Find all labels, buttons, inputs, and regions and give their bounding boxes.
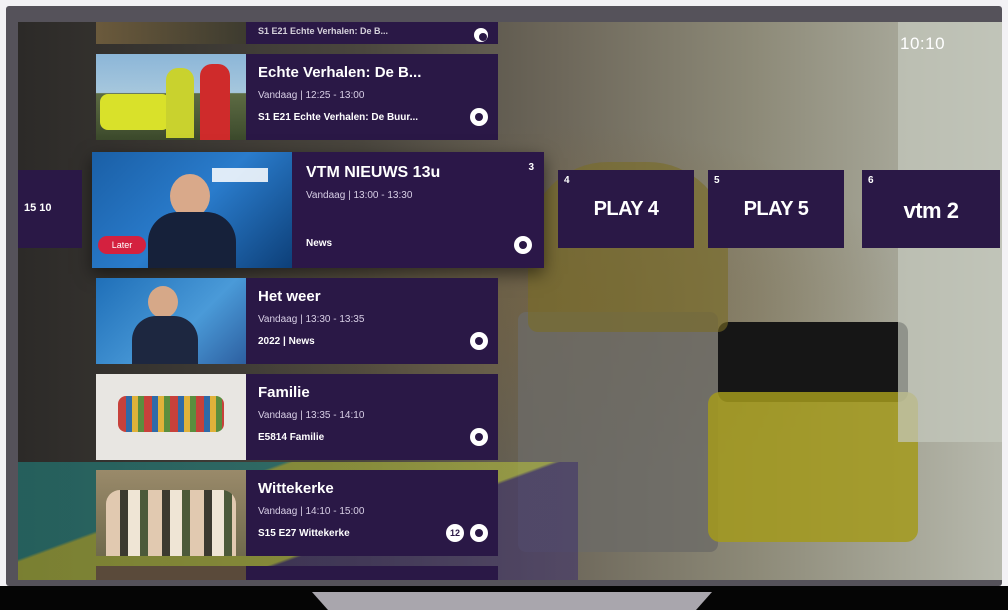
program-episode: S15 E27 Wittekerke xyxy=(258,528,350,539)
program-thumbnail xyxy=(96,22,246,44)
anchor-body xyxy=(148,212,236,268)
replay-icon[interactable] xyxy=(514,236,532,254)
program-title: Echte Verhalen: De B... xyxy=(258,64,422,81)
program-thumbnail xyxy=(96,374,246,460)
program-episode: S1 E21 Echte Verhalen: De B... xyxy=(258,26,389,36)
presenter-body xyxy=(132,316,198,364)
person-shape xyxy=(200,64,230,140)
program-time: Vandaag | 13:00 - 13:30 xyxy=(306,190,413,201)
program-thumbnail xyxy=(96,470,246,556)
program-thumbnail xyxy=(96,566,246,580)
program-time: Vandaag | 12:25 - 13:00 xyxy=(258,90,365,101)
replay-icon[interactable] xyxy=(470,428,488,446)
program-episode: E5814 Familie xyxy=(258,432,325,443)
replay-icon[interactable] xyxy=(470,332,488,350)
program-title: Wittekerke xyxy=(258,480,334,497)
replay-icon[interactable] xyxy=(470,108,488,126)
program-card-het-weer[interactable]: Het weer Vandaag | 13:30 - 13:35 2022 | … xyxy=(96,278,498,364)
presenter-head xyxy=(148,286,178,318)
program-title: VTM NIEUWS 13u xyxy=(306,164,441,181)
replay-icon xyxy=(474,28,488,42)
channel-tile-play4[interactable]: 4 PLAY 4 xyxy=(558,170,694,248)
program-episode: S1 E21 Echte Verhalen: De Buur... xyxy=(258,112,419,123)
program-card-echte-verhalen[interactable]: Echte Verhalen: De B... Vandaag | 12:25 … xyxy=(96,54,498,140)
person-shape xyxy=(166,68,194,138)
channel-tile-vtm2[interactable]: 6 vtm 2 xyxy=(862,170,1000,248)
channel-logo: PLAY 4 xyxy=(593,198,659,220)
family-group-shape xyxy=(118,396,224,432)
program-title: Familie xyxy=(258,384,310,401)
replay-icon[interactable] xyxy=(470,524,488,542)
program-card-wittekerke[interactable]: Wittekerke Vandaag | 14:10 - 15:00 S15 E… xyxy=(96,470,498,556)
channel-number: 5 xyxy=(714,175,720,186)
background-pot-base xyxy=(708,392,918,542)
program-card-next[interactable] xyxy=(96,566,498,580)
program-card-prev[interactable]: S1 E21 Echte Verhalen: De B... xyxy=(96,22,498,44)
program-genre: News xyxy=(306,238,333,249)
channel-logo: 15 10 xyxy=(24,202,52,214)
channel-number: 4 xyxy=(564,175,570,186)
cast-group-shape xyxy=(106,490,236,556)
vtm-logo-shape xyxy=(212,168,268,182)
channel-tile-left[interactable]: 15 10 xyxy=(18,170,82,248)
later-badge: Later xyxy=(98,236,146,254)
program-thumbnail xyxy=(96,278,246,364)
program-time: Vandaag | 13:30 - 13:35 xyxy=(258,314,365,325)
program-thumbnail xyxy=(96,54,246,140)
tv-stand xyxy=(312,592,712,610)
program-card-vtm-nieuws-focused[interactable]: Later 3 VTM NIEUWS 13u Vandaag | 13:00 -… xyxy=(92,152,544,268)
background-pot xyxy=(718,322,908,402)
program-time: Vandaag | 13:35 - 14:10 xyxy=(258,410,365,421)
clock: 10:10 xyxy=(900,34,946,53)
channel-logo: PLAY 5 xyxy=(743,198,809,220)
channel-tile-play5[interactable]: 5 PLAY 5 xyxy=(708,170,844,248)
channel-number: 6 xyxy=(868,175,874,186)
program-title: Het weer xyxy=(258,288,321,305)
age-rating-icon: 12 xyxy=(446,524,464,542)
channel-logo: vtm 2 xyxy=(903,198,959,223)
program-card-familie[interactable]: Familie Vandaag | 13:35 - 14:10 E5814 Fa… xyxy=(96,374,498,460)
program-time: Vandaag | 14:10 - 15:00 xyxy=(258,506,365,517)
vehicle-shape xyxy=(100,94,170,130)
program-thumbnail: Later xyxy=(92,152,292,268)
program-episode: 2022 | News xyxy=(258,336,315,347)
